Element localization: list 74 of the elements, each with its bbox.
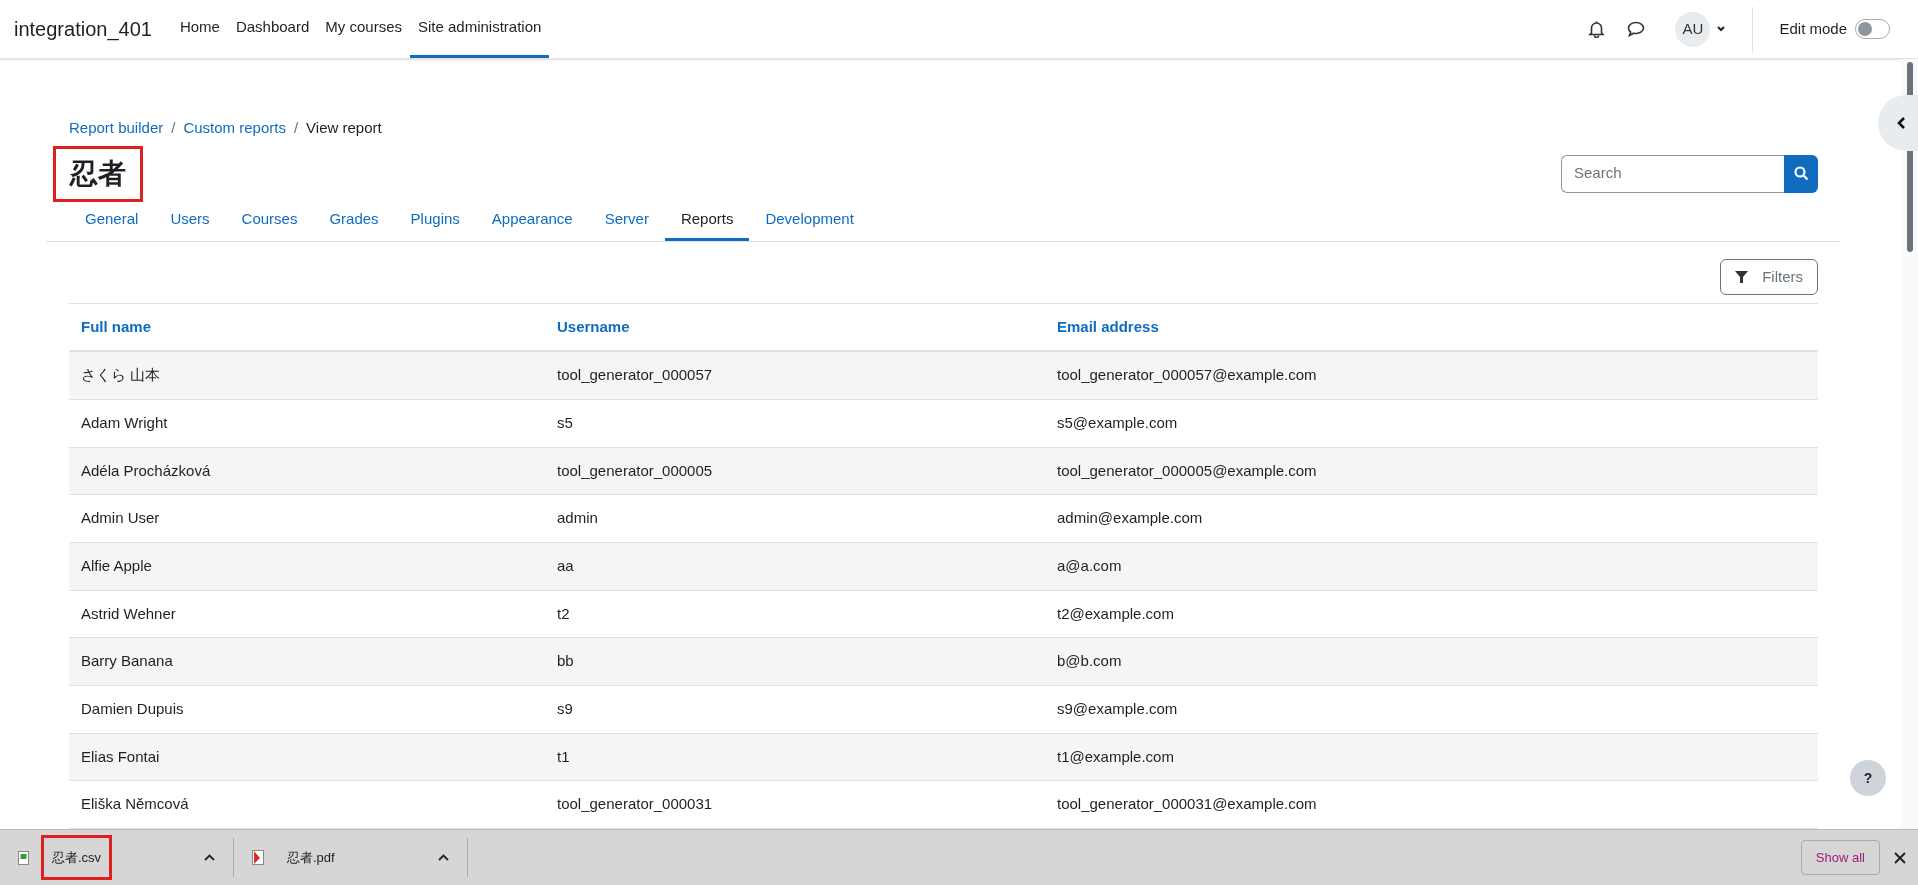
breadcrumb-separator: /: [293, 118, 299, 138]
table-cell-text: tool_generator_000031@example.com: [1057, 794, 1318, 815]
table-cell-text: Barry Banana: [81, 651, 174, 672]
breadcrumb-link[interactable]: Report builder: [69, 117, 164, 140]
site-name[interactable]: integration_401: [14, 14, 152, 44]
tab[interactable]: Server: [588, 199, 665, 242]
search-field[interactable]: Search: [1561, 154, 1784, 193]
tab[interactable]: Appearance: [475, 199, 589, 242]
table-cell-text: t2: [557, 603, 571, 624]
tab[interactable]: Development: [749, 199, 870, 242]
edit-mode-label: Edit mode: [1779, 18, 1847, 39]
show-all-button[interactable]: Show all: [1800, 840, 1880, 875]
table-cell-text: tool_generator_000057: [557, 365, 714, 386]
tab[interactable]: General: [69, 199, 155, 242]
tab[interactable]: Reports: [664, 199, 750, 242]
table-cell-text: t1@example.com: [1057, 746, 1175, 767]
close-icon[interactable]: [1894, 851, 1906, 864]
filter-funnel-icon: [1735, 270, 1749, 284]
table-cell-text: bb: [557, 651, 575, 672]
tab[interactable]: Plugins: [394, 199, 476, 242]
table-cell-text: Astrid Wehner: [81, 603, 177, 624]
nav-link[interactable]: Home: [171, 0, 228, 58]
download-filename[interactable]: 忍者.csv: [41, 834, 113, 881]
nav-link[interactable]: My courses: [317, 0, 410, 58]
table-cell-text: Adam Wright: [81, 412, 169, 433]
tab[interactable]: Grades: [313, 199, 395, 242]
table-cell-text: Elias Fontai: [81, 746, 161, 767]
breadcrumb-separator: /: [171, 118, 176, 138]
help-button[interactable]: ?: [1850, 760, 1886, 796]
chat-bubble-icon[interactable]: [1627, 21, 1646, 37]
table-cell-text: s9@example.com: [1057, 699, 1179, 720]
table-cell-text: Admin User: [81, 508, 161, 529]
table-cell-text: a@a.com: [1057, 555, 1123, 576]
breadcrumb-link[interactable]: Custom reports: [183, 117, 286, 140]
table-cell-text: admin: [557, 508, 599, 529]
column-header[interactable]: Username: [557, 315, 1057, 339]
table-cell-text: b@b.com: [1057, 651, 1123, 672]
table-cell-text: t1: [557, 746, 571, 767]
table-cell-text: Alfie Apple: [81, 555, 153, 576]
table-cell-text: admin@example.com: [1057, 508, 1204, 529]
page-title: 忍者: [70, 156, 126, 191]
table-cell-text: tool_generator_000057@example.com: [1057, 365, 1318, 386]
column-header[interactable]: Full name: [81, 315, 557, 339]
column-header[interactable]: Email address: [1057, 315, 1806, 339]
table-cell-text: さくら 山本: [81, 365, 162, 386]
filters-button[interactable]: Filters: [1720, 259, 1818, 296]
chevron-left-icon: [1896, 116, 1906, 130]
breadcrumb-current: View report: [306, 118, 382, 138]
table-cell-text: s5: [557, 412, 574, 433]
chevron-up-icon[interactable]: [204, 854, 215, 861]
table-cell-text: aa: [557, 555, 575, 576]
table-cell-text: Adéla Procházková: [81, 460, 212, 481]
table-cell-text: Eliška Němcová: [81, 794, 190, 815]
table-cell-text: tool_generator_000005: [557, 460, 714, 481]
search-button[interactable]: [1784, 154, 1818, 193]
chevron-up-icon[interactable]: [438, 854, 449, 861]
pdf-file-icon: [252, 850, 264, 865]
table-cell-text: t2@example.com: [1057, 603, 1175, 624]
table-cell-text: s9: [557, 699, 574, 720]
search-icon: [1793, 166, 1809, 181]
user-avatar[interactable]: AU: [1675, 11, 1711, 47]
download-filename[interactable]: 忍者.pdf: [276, 834, 346, 881]
notification-bell-icon[interactable]: [1588, 20, 1606, 38]
tab[interactable]: Courses: [225, 199, 314, 242]
tab[interactable]: Users: [154, 199, 226, 242]
table-cell-text: s5@example.com: [1057, 412, 1179, 433]
caret-icon[interactable]: [1716, 25, 1727, 33]
table-cell-text: tool_generator_000005@example.com: [1057, 460, 1318, 481]
table-cell-text: tool_generator_000031: [557, 794, 714, 815]
nav-link[interactable]: Dashboard: [227, 0, 318, 58]
spreadsheet-file-icon: [18, 850, 29, 865]
nav-link[interactable]: Site administration: [410, 0, 550, 58]
drawer-toggle-button[interactable]: [1878, 95, 1918, 151]
table-cell-text: Damien Dupuis: [81, 699, 185, 720]
